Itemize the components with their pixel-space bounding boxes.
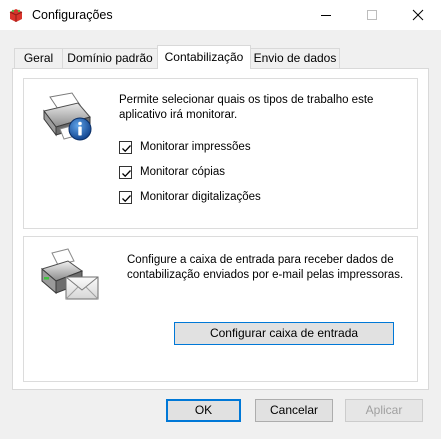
tab-panel-contabilizacao: Permite selecionar quais os tipos de tra… — [12, 68, 429, 390]
printer-email-icon — [38, 247, 104, 310]
checkbox-monitorar-impressoes[interactable] — [119, 141, 132, 154]
apply-button: Aplicar — [345, 399, 423, 422]
tab-envio-de-dados[interactable]: Envio de dados — [250, 48, 340, 68]
printer-info-icon — [40, 89, 96, 152]
check-row-impressoes[interactable]: Monitorar impressões — [119, 140, 279, 156]
checkmark-icon — [122, 195, 131, 203]
monitor-description: Permite selecionar quais os tipos de tra… — [119, 94, 374, 121]
tab-geral[interactable]: Geral — [14, 48, 63, 68]
configure-inbox-button[interactable]: Configurar caixa de entrada — [174, 322, 394, 345]
checkbox-label: Monitorar impressões — [140, 141, 251, 153]
ok-button[interactable]: OK — [166, 399, 241, 422]
window-title: Configurações — [32, 8, 113, 22]
minimize-button[interactable] — [303, 0, 349, 30]
checkbox-label: Monitorar cópias — [140, 166, 226, 178]
checkbox-monitorar-copias[interactable] — [119, 166, 132, 179]
maximize-button[interactable] — [349, 0, 395, 30]
check-row-digitalizacoes[interactable]: Monitorar digitalizações — [119, 190, 299, 206]
checkmark-icon — [122, 145, 131, 153]
checkbox-monitorar-digitalizacoes[interactable] — [119, 191, 132, 204]
tab-dominio-padrao[interactable]: Domínio padrão — [62, 48, 158, 68]
checkbox-label: Monitorar digitalizações — [140, 191, 261, 203]
tab-contabilizacao[interactable]: Contabilização — [157, 45, 251, 69]
close-icon — [412, 9, 424, 21]
inbox-description: Configure a caixa de entrada para recebe… — [127, 254, 404, 281]
maximize-icon — [367, 10, 377, 20]
monitor-group: Permite selecionar quais os tipos de tra… — [23, 78, 418, 229]
title-bar: Configurações — [0, 0, 441, 30]
settings-window: Configurações Geral Domínio padrão Conta… — [0, 0, 441, 439]
minimize-icon — [321, 15, 331, 16]
close-button[interactable] — [395, 0, 441, 30]
app-icon — [8, 7, 24, 23]
cancel-button[interactable]: Cancelar — [255, 399, 333, 422]
inbox-group: Configure a caixa de entrada para recebe… — [23, 236, 418, 382]
checkmark-icon — [122, 170, 131, 178]
check-row-copias[interactable]: Monitorar cópias — [119, 165, 279, 181]
